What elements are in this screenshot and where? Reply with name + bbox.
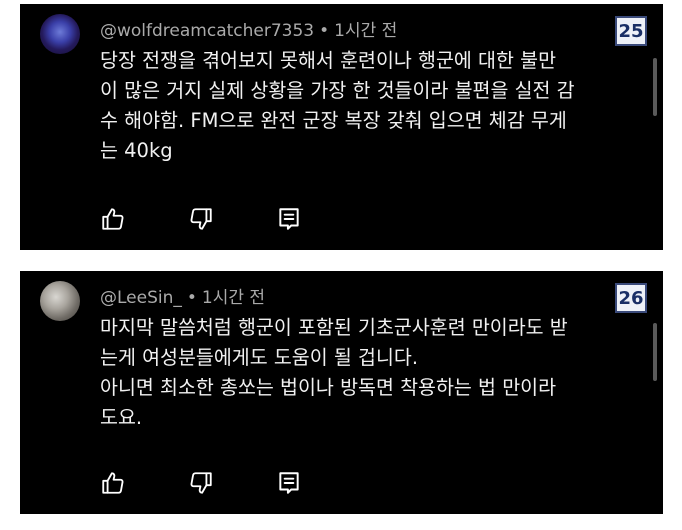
comment-line: 수 해야함. FM으로 완전 군장 복장 갖춰 입으면 체감 무게	[100, 109, 567, 132]
thumbs-down-icon	[190, 208, 212, 230]
comment-number-badge: 26	[615, 283, 647, 313]
reply-button[interactable]	[276, 206, 302, 232]
comment-meta: @LeeSin_ • 1시간 전	[100, 283, 265, 308]
scrollbar[interactable]	[653, 58, 657, 116]
meta-separator: •	[186, 288, 197, 308]
comment-line: 는 40kg	[100, 139, 173, 162]
comment-actions	[100, 206, 320, 232]
like-button[interactable]	[100, 470, 126, 496]
comment-text: 마지막 말씀처럼 행군이 포함된 기초군사훈련 만이라도 받 는게 여성분들에게…	[100, 313, 620, 433]
comment-meta: @wolfdreamcatcher7353 • 1시간 전	[100, 16, 397, 41]
comment-line: 당장 전쟁을 겪어보지 못해서 훈련이나 행군에 대한 불만	[100, 49, 557, 72]
reply-comment-icon	[279, 472, 299, 494]
dislike-button[interactable]	[188, 206, 214, 232]
thumbs-up-icon	[102, 472, 124, 494]
comment-line: 이 많은 거지 실제 상황을 가장 한 것들이라 불편을 실전 감	[100, 79, 575, 102]
comment-line: 도요.	[100, 406, 143, 429]
thumbs-up-icon	[102, 208, 124, 230]
scrollbar[interactable]	[653, 323, 657, 381]
avatar[interactable]	[40, 14, 80, 54]
meta-separator: •	[319, 21, 330, 41]
comment-text: 당장 전쟁을 겪어보지 못해서 훈련이나 행군에 대한 불만 이 많은 거지 실…	[100, 46, 620, 166]
comment-number-badge: 25	[615, 16, 647, 46]
reply-button[interactable]	[276, 470, 302, 496]
timestamp: 1시간 전	[201, 288, 266, 308]
comment-actions	[100, 470, 320, 496]
comment-card: @wolfdreamcatcher7353 • 1시간 전 25 당장 전쟁을 겪어…	[20, 4, 663, 250]
timestamp: 1시간 전	[334, 21, 398, 41]
dislike-button[interactable]	[188, 470, 214, 496]
reply-comment-icon	[279, 208, 299, 230]
avatar[interactable]	[40, 281, 80, 321]
comment-card: @LeeSin_ • 1시간 전 26 마지막 말씀처럼 행군이 포함된 기초군사훈…	[20, 271, 663, 514]
username[interactable]: @LeeSin_	[100, 288, 182, 308]
like-button[interactable]	[100, 206, 126, 232]
comment-line: 아니면 최소한 총쏘는 법이나 방독면 착용하는 법 만이라	[100, 376, 557, 399]
comment-line: 는게 여성분들에게도 도움이 될 겁니다.	[100, 346, 419, 369]
comment-line: 마지막 말씀처럼 행군이 포함된 기초군사훈련 만이라도 받	[100, 316, 568, 339]
username[interactable]: @wolfdreamcatcher7353	[100, 21, 314, 41]
thumbs-down-icon	[190, 472, 212, 494]
